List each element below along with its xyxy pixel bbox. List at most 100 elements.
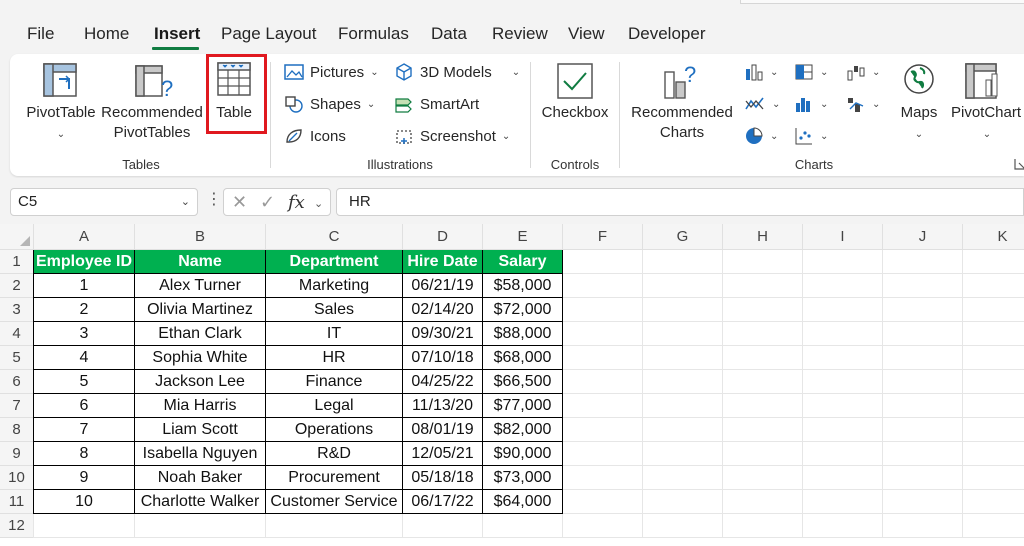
- row-header-8[interactable]: 8: [0, 418, 34, 442]
- table-cell[interactable]: 5: [34, 370, 135, 394]
- table-cell[interactable]: Alex Turner: [135, 274, 266, 298]
- menu-insert[interactable]: Insert: [154, 24, 200, 44]
- table-cell[interactable]: Noah Baker: [135, 466, 266, 490]
- table-cell[interactable]: 02/14/20: [403, 298, 483, 322]
- waterfall-chart-button[interactable]: ⌄: [846, 61, 880, 83]
- menu-page-layout[interactable]: Page Layout: [221, 24, 316, 44]
- table-cell[interactable]: 10: [34, 490, 135, 514]
- column-header-j[interactable]: J: [883, 224, 963, 250]
- table-cell[interactable]: Isabella Nguyen: [135, 442, 266, 466]
- menu-data[interactable]: Data: [431, 24, 467, 44]
- table-cell[interactable]: Marketing: [266, 274, 403, 298]
- menu-file[interactable]: File: [27, 24, 54, 44]
- select-all-corner[interactable]: [0, 224, 34, 250]
- row-header-9[interactable]: 9: [0, 442, 34, 466]
- table-cell[interactable]: 05/18/18: [403, 466, 483, 490]
- column-chart-button[interactable]: ⌄: [744, 61, 778, 83]
- insert-function-icon[interactable]: fx: [288, 192, 305, 213]
- column-header-g[interactable]: G: [643, 224, 723, 250]
- row-header-2[interactable]: 2: [0, 274, 34, 298]
- table-cell[interactable]: Ethan Clark: [135, 322, 266, 346]
- row-header-4[interactable]: 4: [0, 322, 34, 346]
- screenshot-button[interactable]: Screenshot ⌄: [394, 125, 510, 147]
- table-cell[interactable]: 04/25/22: [403, 370, 483, 394]
- table-cell[interactable]: Jackson Lee: [135, 370, 266, 394]
- table-cell[interactable]: 2: [34, 298, 135, 322]
- table-cell[interactable]: 4: [34, 346, 135, 370]
- row-header-3[interactable]: 3: [0, 298, 34, 322]
- name-box[interactable]: C5 ⌄: [10, 188, 198, 216]
- hierarchy-chart-button[interactable]: ⌄: [794, 61, 828, 83]
- row-header-10[interactable]: 10: [0, 466, 34, 490]
- combo-chart-button[interactable]: ⌄: [846, 93, 880, 115]
- table-cell[interactable]: $82,000: [483, 418, 563, 442]
- table-cell[interactable]: 11/13/20: [403, 394, 483, 418]
- table-header-cell[interactable]: Salary: [483, 250, 563, 274]
- formula-input[interactable]: HR: [336, 188, 1024, 216]
- pictures-button[interactable]: Pictures ⌄: [284, 61, 379, 83]
- confirm-icon[interactable]: ✓: [260, 192, 275, 213]
- column-header-e[interactable]: E: [483, 224, 563, 250]
- table-cell[interactable]: 12/05/21: [403, 442, 483, 466]
- table-cell[interactable]: $88,000: [483, 322, 563, 346]
- table-cell[interactable]: $77,000: [483, 394, 563, 418]
- table-cell[interactable]: Finance: [266, 370, 403, 394]
- table-header-cell[interactable]: Hire Date: [403, 250, 483, 274]
- menu-formulas[interactable]: Formulas: [338, 24, 409, 44]
- worksheet-grid[interactable]: A B C D E F G H I J K 1 2 3 4 5 6 7 8 9 10 11 12 Employee ID Nam…: [0, 224, 1024, 546]
- scatter-chart-button[interactable]: ⌄: [794, 125, 828, 147]
- column-header-k[interactable]: K: [963, 224, 1024, 250]
- column-header-h[interactable]: H: [723, 224, 803, 250]
- column-header-a[interactable]: A: [34, 224, 135, 250]
- 3d-models-button[interactable]: 3D Models ⌄: [394, 61, 520, 83]
- chevron-down-icon[interactable]: ⌄: [181, 189, 190, 215]
- table-header-cell[interactable]: Name: [135, 250, 266, 274]
- cancel-icon[interactable]: ✕: [232, 192, 247, 213]
- menu-review[interactable]: Review: [492, 24, 548, 44]
- table-header-cell[interactable]: Department: [266, 250, 403, 274]
- table-cell[interactable]: $73,000: [483, 466, 563, 490]
- icons-button[interactable]: Icons: [284, 125, 346, 147]
- table-cell[interactable]: R&D: [266, 442, 403, 466]
- statistic-chart-button[interactable]: ⌄: [794, 93, 828, 115]
- pie-chart-button[interactable]: ⌄: [744, 125, 778, 147]
- table-cell[interactable]: 08/01/19: [403, 418, 483, 442]
- column-header-f[interactable]: F: [563, 224, 643, 250]
- table-cell[interactable]: $58,000: [483, 274, 563, 298]
- row-header-1[interactable]: 1: [0, 250, 34, 274]
- row-header-6[interactable]: 6: [0, 370, 34, 394]
- table-cell[interactable]: $72,000: [483, 298, 563, 322]
- table-cell[interactable]: 6: [34, 394, 135, 418]
- table-cell[interactable]: 9: [34, 466, 135, 490]
- table-cell[interactable]: 1: [34, 274, 135, 298]
- table-cell[interactable]: Olivia Martinez: [135, 298, 266, 322]
- shapes-button[interactable]: Shapes ⌄: [284, 93, 375, 115]
- chevron-down-icon[interactable]: ⌄: [314, 197, 323, 210]
- table-cell[interactable]: Sales: [266, 298, 403, 322]
- column-header-i[interactable]: I: [803, 224, 883, 250]
- table-cell[interactable]: $66,500: [483, 370, 563, 394]
- row-header-7[interactable]: 7: [0, 394, 34, 418]
- table-cell[interactable]: $68,000: [483, 346, 563, 370]
- dialog-launcher-icon[interactable]: [1014, 158, 1024, 170]
- table-cell[interactable]: 7: [34, 418, 135, 442]
- table-cell[interactable]: 09/30/21: [403, 322, 483, 346]
- table-cell[interactable]: 06/21/19: [403, 274, 483, 298]
- table-cell[interactable]: Legal: [266, 394, 403, 418]
- table-cell[interactable]: $90,000: [483, 442, 563, 466]
- menu-view[interactable]: View: [568, 24, 605, 44]
- smartart-button[interactable]: SmartArt: [394, 93, 479, 115]
- column-header-c[interactable]: C: [266, 224, 403, 250]
- row-header-5[interactable]: 5: [0, 346, 34, 370]
- column-header-d[interactable]: D: [403, 224, 483, 250]
- more-options-icon[interactable]: ⋮: [206, 192, 222, 208]
- table-cell[interactable]: Sophia White: [135, 346, 266, 370]
- menu-developer[interactable]: Developer: [628, 24, 706, 44]
- table-cell[interactable]: 3: [34, 322, 135, 346]
- table-cell[interactable]: IT: [266, 322, 403, 346]
- table-cell[interactable]: 8: [34, 442, 135, 466]
- line-chart-button[interactable]: ⌄: [744, 93, 780, 115]
- table-cell[interactable]: $64,000: [483, 490, 563, 514]
- table-cell[interactable]: 06/17/22: [403, 490, 483, 514]
- table-cell[interactable]: Mia Harris: [135, 394, 266, 418]
